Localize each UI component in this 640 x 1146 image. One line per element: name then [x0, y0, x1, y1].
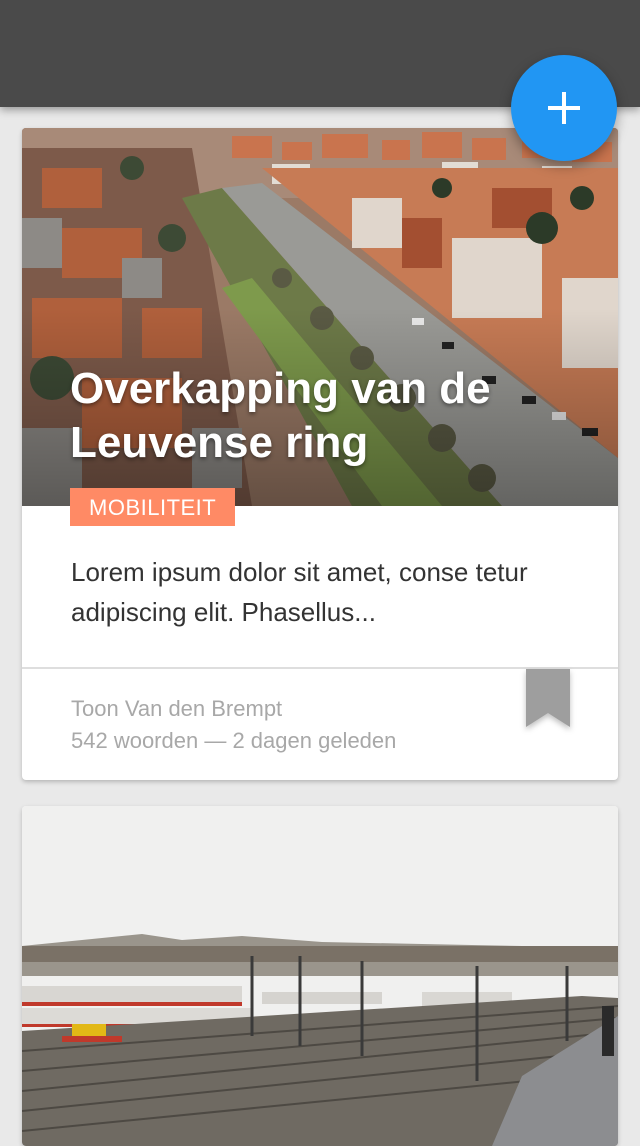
article-meta: 542 woorden — 2 dagen geleden: [71, 726, 396, 756]
category-badge[interactable]: MOBILITEIT: [70, 488, 236, 526]
bookmark-icon[interactable]: [526, 669, 570, 727]
article-excerpt: Lorem ipsum dolor sit amet, conse tetur …: [71, 557, 528, 627]
word-count: 542 woorden: [71, 728, 199, 753]
author-name: Toon Van den Brempt: [71, 696, 283, 721]
article-image: [22, 806, 618, 1146]
posted-time: 2 dagen geleden: [232, 728, 397, 753]
article-card[interactable]: [22, 806, 618, 1146]
article-title[interactable]: Overkapping van de Leuvense ring: [70, 362, 570, 470]
article-card[interactable]: Overkapping van de Leuvense ring MOBILIT…: [22, 128, 618, 780]
article-image: Overkapping van de Leuvense ring: [22, 128, 618, 506]
meta-separator: —: [198, 728, 233, 753]
add-button[interactable]: [511, 55, 617, 161]
